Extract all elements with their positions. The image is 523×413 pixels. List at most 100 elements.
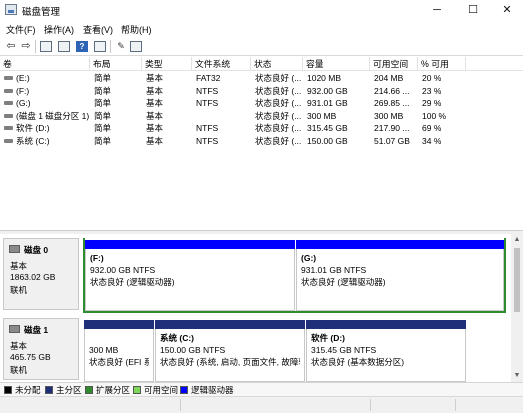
volume-name: (G:) <box>16 98 31 108</box>
volume-name: (F:) <box>16 85 30 96</box>
volume-filesystem: NTFS <box>196 85 219 96</box>
graphical-view-scrollbar[interactable]: ▲ ▼ <box>511 234 523 382</box>
partition-g-color-bar <box>296 240 504 249</box>
hard-disk-icon <box>9 245 20 253</box>
volume-status: 状态良好 (... <box>255 85 302 96</box>
legend-primary-swatch <box>45 386 53 394</box>
volume-percent-free: 23 % <box>422 85 442 96</box>
close-button[interactable]: ✕ <box>490 0 523 20</box>
partition-c[interactable]: 系统 (C:) 150.00 GB NTFS 状态良好 (系统, 启动, 页面文… <box>155 320 305 382</box>
column-free-space[interactable]: 可用空间 <box>370 57 418 71</box>
disk-0-size: 1863.02 GB <box>10 272 56 282</box>
partition-f-body: (F:) 932.00 GB NTFS 状态良好 (逻辑驱动器) <box>85 249 295 311</box>
status-bar-divider <box>455 399 456 411</box>
maximize-button[interactable]: ☐ <box>456 0 490 20</box>
list-view-icon[interactable] <box>58 41 70 52</box>
volume-name: 系统 (C:) <box>16 135 50 146</box>
column-status[interactable]: 状态 <box>251 57 303 71</box>
column-type[interactable]: 类型 <box>142 57 192 71</box>
volume-status: 状态良好 (... <box>255 110 302 121</box>
volume-row[interactable]: (G:) 简单 基本 NTFS 状态良好 (... 931.01 GB 269.85 ...… <box>0 97 523 110</box>
volume-layout: 简单 <box>94 110 112 121</box>
partition-c-color-bar <box>155 320 305 329</box>
properties-icon[interactable] <box>40 41 52 52</box>
settings-icon[interactable] <box>130 41 142 52</box>
volume-row[interactable]: (F:) 简单 基本 NTFS 状态良好 (... 932.00 GB 214.66 ...… <box>0 85 523 98</box>
disk-1-type: 基本 <box>10 341 28 351</box>
partition-legend: 未分配 主分区 扩展分区 可用空间 逻辑驱动器 <box>0 382 523 396</box>
menu-bar: 文件(F) 操作(A) 查看(V) 帮助(H) <box>0 20 523 37</box>
partition-g-size: 931.01 GB NTFS <box>301 265 367 275</box>
partition-g-body: (G:) 931.01 GB NTFS 状态良好 (逻辑驱动器) <box>296 249 504 311</box>
volume-layout: 简单 <box>94 85 112 96</box>
console-icon[interactable] <box>94 41 106 52</box>
volume-row[interactable]: 系统 (C:) 简单 基本 NTFS 状态良好 (... 150.00 GB 51.07 G… <box>0 135 523 148</box>
volume-layout: 简单 <box>94 123 112 133</box>
volume-percent-free: 100 % <box>422 110 447 121</box>
legend-primary-label: 主分区 <box>56 385 82 395</box>
volume-layout: 简单 <box>94 73 112 83</box>
minimize-button[interactable]: ─ <box>420 0 454 20</box>
partition-c-size: 150.00 GB NTFS <box>160 345 226 355</box>
column-layout[interactable]: 布局 <box>90 57 142 71</box>
legend-logical-drive-label: 逻辑驱动器 <box>191 385 234 395</box>
volume-icon <box>4 88 13 93</box>
column-percent-free[interactable]: % 可用 <box>418 57 466 71</box>
volume-free-space: 214.66 ... <box>374 85 410 96</box>
disk-graphical-view: 磁盘 0 基本 1863.02 GB 联机 (F:) 932.00 GB NTF… <box>0 234 511 382</box>
volume-layout: 简单 <box>94 135 112 146</box>
volume-free-space: 217.90 ... <box>374 123 410 133</box>
volume-capacity: 300 MB <box>307 110 337 121</box>
volume-layout: 简单 <box>94 98 112 108</box>
scroll-up-arrow-icon[interactable]: ▲ <box>511 234 523 246</box>
volume-status: 状态良好 (... <box>255 123 302 133</box>
toolbar: ⇦ ⇨ ? ✎ <box>0 37 523 56</box>
volume-row[interactable]: (磁盘 1 磁盘分区 1) 简单 基本 状态良好 (... 300 MB 300 MB 10… <box>0 110 523 123</box>
partition-c-body: 系统 (C:) 150.00 GB NTFS 状态良好 (系统, 启动, 页面文… <box>155 329 305 382</box>
legend-logical-drive-swatch <box>180 386 188 394</box>
disk-1-label[interactable]: 磁盘 1 基本 465.75 GB 联机 <box>3 318 79 380</box>
volume-capacity: 931.01 GB <box>307 98 348 108</box>
back-arrow-icon[interactable]: ⇦ <box>4 40 18 53</box>
partition-efi-size: 300 MB <box>89 345 119 355</box>
legend-unallocated-swatch <box>4 386 12 394</box>
partition-efi[interactable]: 300 MB 状态良好 (EFI 系 <box>84 320 154 382</box>
menu-action[interactable]: 操作(A) <box>44 23 74 36</box>
disk-0-label[interactable]: 磁盘 0 基本 1863.02 GB 联机 <box>3 238 79 310</box>
volume-status: 状态良好 (... <box>255 135 302 146</box>
partition-g-status: 状态良好 (逻辑驱动器) <box>301 277 386 287</box>
refresh-icon[interactable]: ✎ <box>114 40 128 53</box>
menu-view[interactable]: 查看(V) <box>83 23 113 36</box>
partition-f[interactable]: (F:) 932.00 GB NTFS 状态良好 (逻辑驱动器) <box>85 240 295 311</box>
legend-extended-swatch <box>85 386 93 394</box>
column-capacity[interactable]: 容量 <box>303 57 370 71</box>
volume-row[interactable]: (E:) 简单 基本 FAT32 状态良好 (... 1020 MB 204 MB 20 % <box>0 72 523 85</box>
volume-type: 基本 <box>146 73 164 83</box>
disk-1-name: 磁盘 1 <box>24 325 49 335</box>
partition-efi-label <box>89 332 149 344</box>
partition-d-color-bar <box>306 320 466 329</box>
menu-file[interactable]: 文件(F) <box>6 23 36 36</box>
help-icon[interactable]: ? <box>76 41 88 52</box>
partition-g[interactable]: (G:) 931.01 GB NTFS 状态良好 (逻辑驱动器) <box>296 240 504 311</box>
partition-d-body: 软件 (D:) 315.45 GB NTFS 状态良好 (基本数据分区) <box>306 329 466 382</box>
menu-help[interactable]: 帮助(H) <box>121 23 152 36</box>
toolbar-separator <box>110 40 111 53</box>
volume-icon <box>4 113 13 118</box>
legend-free-space-swatch <box>133 386 141 394</box>
volume-free-space: 269.85 ... <box>374 98 410 108</box>
legend-unallocated-label: 未分配 <box>15 385 41 395</box>
volume-status: 状态良好 (... <box>255 73 302 83</box>
disk-1-state: 联机 <box>10 365 28 375</box>
column-volume[interactable]: 卷 <box>0 57 90 71</box>
scrollbar-thumb[interactable] <box>514 248 520 312</box>
legend-free-space-label: 可用空间 <box>144 385 179 395</box>
volume-row[interactable]: 软件 (D:) 简单 基本 NTFS 状态良好 (... 315.45 GB 217.90 … <box>0 122 523 135</box>
volume-icon <box>4 101 13 105</box>
column-filesystem[interactable]: 文件系统 <box>192 57 251 71</box>
volume-capacity: 932.00 GB <box>307 85 348 96</box>
disk-management-app-icon <box>5 4 17 15</box>
forward-arrow-icon[interactable]: ⇨ <box>19 40 33 53</box>
scroll-down-arrow-icon[interactable]: ▼ <box>511 370 523 382</box>
partition-d[interactable]: 软件 (D:) 315.45 GB NTFS 状态良好 (基本数据分区) <box>306 320 466 382</box>
